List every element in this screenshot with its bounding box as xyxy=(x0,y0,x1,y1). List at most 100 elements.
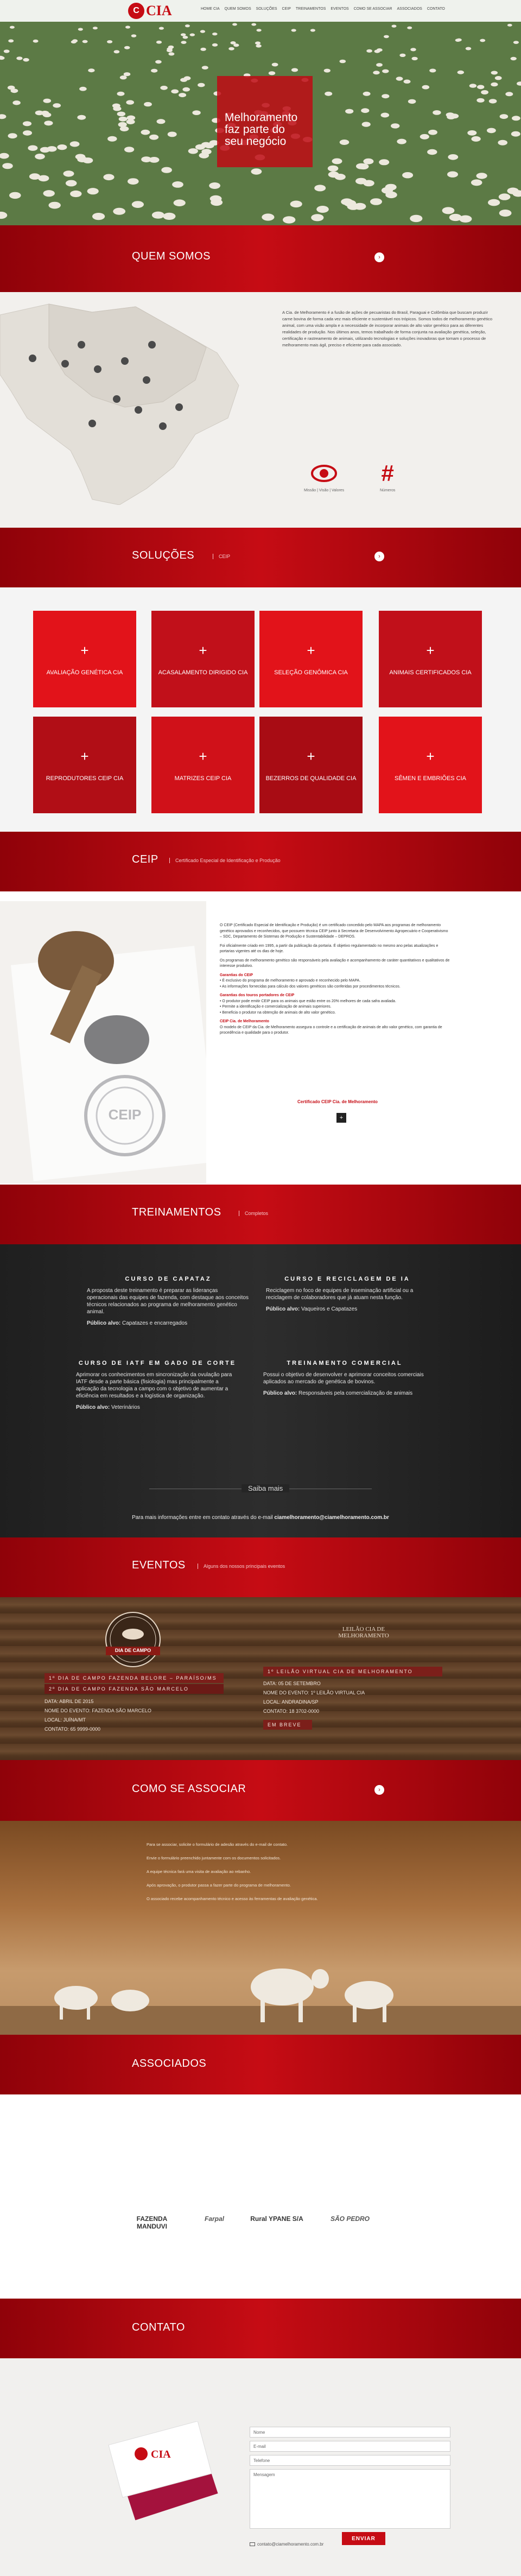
envelope-icon xyxy=(250,2542,255,2546)
ceip-link[interactable]: Certificado CEIP Cia. de Melhoramento xyxy=(297,1099,378,1104)
logo-mark: C xyxy=(128,3,144,19)
sheep-shape xyxy=(498,193,511,200)
ceip-p3: Os programas de melhoramento genético sã… xyxy=(220,958,450,969)
course-ia-text: Reciclagem no foco de equipes de insemin… xyxy=(266,1288,414,1301)
sheep-shape xyxy=(88,68,95,73)
sheep-shape xyxy=(57,144,67,150)
sheep-shape xyxy=(126,100,134,105)
partner-logo-manduvi[interactable]: FAZENDA MANDUVI xyxy=(122,2215,182,2230)
sheep-shape xyxy=(180,33,186,36)
solution-tile[interactable]: + SELEÇÃO GENÔMICA CIA xyxy=(259,611,363,707)
solution-tile-label: MATRIZES CEIP CIA xyxy=(174,775,232,782)
solution-tile[interactable]: + ACASALAMENTO DIRIGIDO CIA xyxy=(151,611,255,707)
event-1-line: LOCAL: JUÍNA/MT xyxy=(45,1717,86,1723)
sheep-shape xyxy=(124,147,135,153)
event-2-title[interactable]: 1º LEILÃO VIRTUAL CIA DE MELHORAMENTO xyxy=(263,1667,442,1676)
partner-logo-ypane[interactable]: Rural YPANE S/A xyxy=(247,2215,307,2223)
ceip-title: CEIP xyxy=(132,853,158,865)
business-cards-image: CIA xyxy=(108,2421,218,2521)
svg-text:CEIP: CEIP xyxy=(109,1106,142,1123)
sheep-shape xyxy=(12,100,21,105)
ceip-b3: • O produtor pode emitir CEIP para os an… xyxy=(220,999,396,1003)
ceip-subtitle: Certificado Especial de Identificação e … xyxy=(169,858,281,863)
nav-item-home[interactable]: HOME CIA xyxy=(201,7,220,11)
sheep-shape xyxy=(291,29,296,32)
solucoes-arrow-icon[interactable]: › xyxy=(374,552,384,561)
nav-item-quem-somos[interactable]: QUEM SOMOS xyxy=(225,7,251,11)
treinamentos-contact-email[interactable]: ciamelhoramento@ciamelhoramento.com.br xyxy=(274,1515,389,1521)
nav-item-treinamentos[interactable]: TREINAMENTOS xyxy=(296,7,326,11)
event-2-line: CONTATO: 18 3702-0000 xyxy=(263,1708,320,1714)
nav-item-contato[interactable]: CONTATO xyxy=(427,7,445,11)
event-1-subtitle[interactable]: 2º DIA DE CAMPO FAZENDA SÃO MARCELO xyxy=(45,1684,224,1694)
quem-somos-arrow-icon[interactable]: › xyxy=(374,252,384,262)
logo[interactable]: C CIA xyxy=(128,3,172,19)
contact-phone-field[interactable]: Telefone xyxy=(250,2455,450,2466)
sheep-shape xyxy=(384,35,389,39)
sheep-shape xyxy=(82,40,88,43)
sheep-shape xyxy=(339,59,346,64)
eventos-title: EVENTOS xyxy=(132,1559,186,1571)
sheep-shape xyxy=(53,103,61,108)
nav-item-associados[interactable]: ASSOCIADOS xyxy=(397,7,422,11)
associar-item: A equipe técnica fará uma visita de aval… xyxy=(147,1869,251,1874)
nav-item-eventos[interactable]: EVENTOS xyxy=(331,7,348,11)
sheep-shape xyxy=(396,77,403,81)
ceip-more-icon[interactable]: + xyxy=(336,1113,346,1123)
solution-tile[interactable]: + BEZERROS DE QUALIDADE CIA xyxy=(259,717,363,813)
sheep-shape xyxy=(291,68,298,72)
sheep-shape xyxy=(290,200,302,208)
nav-item-solucoes[interactable]: SOLUÇÕES xyxy=(256,7,277,11)
nav-item-ceip[interactable]: CEIP xyxy=(282,7,291,11)
contact-message-field[interactable]: Mensagem xyxy=(250,2469,450,2529)
contact-email[interactable]: contato@ciamelhoramento.com.br xyxy=(257,2542,323,2547)
sheep-shape xyxy=(8,133,17,139)
event-2-line: DATA: 05 DE SETEMBRO xyxy=(263,1681,321,1686)
course-capataz: CURSO DE CAPATAZ A proposta deste treina… xyxy=(87,1276,250,1327)
solution-tile[interactable]: + SÊMEN E EMBRIÕES CIA xyxy=(379,717,482,813)
contact-email-field[interactable]: E-mail xyxy=(250,2441,450,2452)
treinamentos-title: TREINAMENTOS xyxy=(132,1206,221,1218)
sheep-shape xyxy=(119,126,129,131)
numbers-block[interactable]: # Números xyxy=(380,461,395,493)
sheep-shape xyxy=(185,24,190,28)
ceip-text: O CEIP (Certificado Especial de Identifi… xyxy=(220,923,450,1036)
sheep-shape xyxy=(9,26,15,29)
associar-arrow-icon[interactable]: › xyxy=(374,1785,384,1795)
send-button[interactable]: ENVIAR xyxy=(342,2532,385,2545)
sheep-shape xyxy=(408,99,416,104)
solution-tile[interactable]: + MATRIZES CEIP CIA xyxy=(151,717,255,813)
saiba-mais-link[interactable]: Saiba mais xyxy=(242,1484,290,1492)
sheep-shape xyxy=(403,79,411,84)
contact-name-field[interactable]: Nome xyxy=(250,2427,450,2438)
sheep-shape xyxy=(361,108,370,113)
nav-item-associar[interactable]: COMO SE ASSOCIAR xyxy=(354,7,392,11)
solution-tile[interactable]: + REPRODUTORES CEIP CIA xyxy=(33,717,136,813)
course-ia-public: Vaqueiros e Capatazes xyxy=(301,1306,358,1312)
solution-tile[interactable]: + ANIMAIS CERTIFICADOS CIA xyxy=(379,611,482,707)
sheep-shape xyxy=(28,145,38,151)
associados-title: ASSOCIADOS xyxy=(132,2058,207,2069)
mission-block[interactable]: Missão | Visão | Valores xyxy=(304,461,344,492)
associar-item: O associado recebe acompanhamento técnic… xyxy=(147,1896,318,1901)
partner-logo-sao-pedro[interactable]: SÃO PEDRO xyxy=(320,2215,380,2223)
partner-logo-farpal[interactable]: Farpal xyxy=(193,2215,236,2223)
treinamentos-band: TREINAMENTOS Completos xyxy=(0,1185,521,1244)
sheep-shape xyxy=(82,157,93,163)
course-capataz-title: CURSO DE CAPATAZ xyxy=(125,1276,212,1282)
solution-tile[interactable]: + AVALIAÇÃO GENÉTICA CIA xyxy=(33,611,136,707)
event-1-title[interactable]: 1º DIA DE CAMPO FAZENDA BELORE – PARAÍSO… xyxy=(45,1673,224,1683)
ceip-b2: • As informações fornecidas para cálculo… xyxy=(220,984,401,989)
sheep-shape xyxy=(123,72,131,77)
sheep-shape xyxy=(310,29,316,32)
sheep-shape xyxy=(499,114,509,119)
course-comercial-title: TREINAMENTO COMERCIAL xyxy=(287,1360,403,1366)
sheep-shape xyxy=(47,146,57,152)
plus-icon: + xyxy=(199,748,207,764)
event-2-em-breve[interactable]: EM BREVE xyxy=(263,1720,312,1730)
sheep-shape xyxy=(488,199,500,206)
page: Melhoramento faz parte do seu negócio C … xyxy=(0,0,521,2576)
hero-line-3: seu negócio xyxy=(225,135,287,148)
sheep-shape xyxy=(107,40,113,43)
sheep-shape xyxy=(410,48,416,52)
